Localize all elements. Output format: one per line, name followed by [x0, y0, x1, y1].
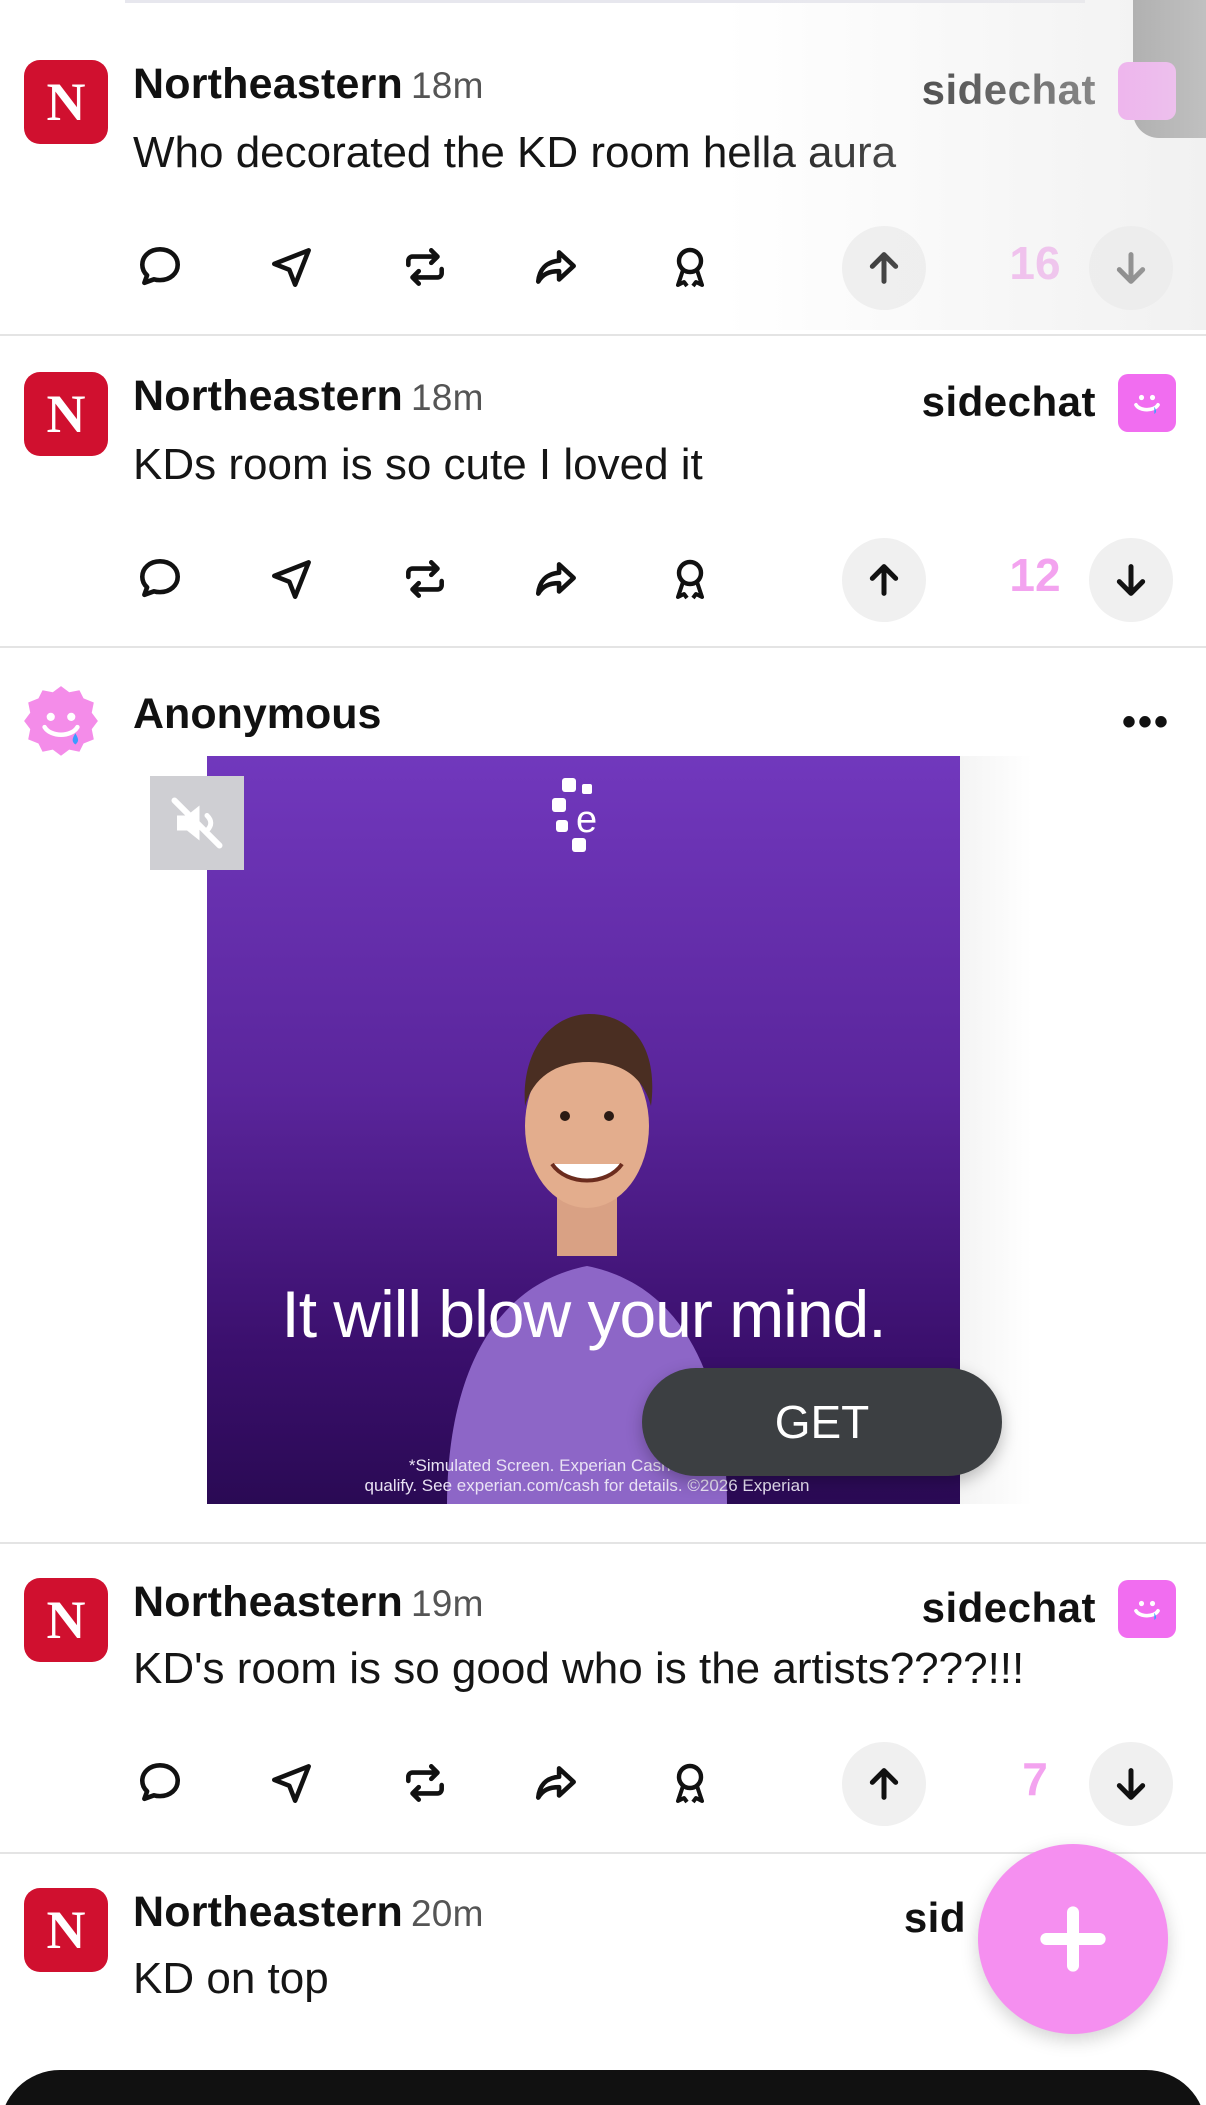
downvote-icon[interactable] — [1089, 1742, 1173, 1826]
brand-label: sidechat — [921, 378, 1096, 425]
post-header: Northeastern 20m — [133, 1888, 484, 1937]
post-actions: 7 — [125, 1738, 1185, 1828]
post-card[interactable]: N Northeastern 18m sidechat KDs room is s… — [0, 336, 1206, 648]
award-icon[interactable] — [655, 232, 725, 302]
get-button[interactable]: GET — [642, 1368, 1002, 1476]
comment-icon[interactable] — [125, 1748, 195, 1818]
post-card[interactable]: N Northeastern 19m sidechat KD's room is … — [0, 1544, 1206, 1854]
brand-label: sidechat — [921, 1584, 1096, 1631]
ad-author-name[interactable]: Anonymous — [133, 690, 381, 739]
author-name[interactable]: Northeastern — [133, 372, 403, 420]
post-text[interactable]: KD on top — [133, 1954, 329, 2004]
repost-icon[interactable] — [390, 544, 460, 614]
vote-score: 12 — [1009, 549, 1061, 601]
experian-logo-icon: e — [552, 778, 597, 852]
sidechat-logo-icon — [1118, 374, 1176, 432]
plus-icon — [1040, 1906, 1106, 1972]
school-avatar[interactable]: N — [24, 1578, 108, 1662]
ad-fine-print-line: qualify. See experian.com/cash for detai… — [364, 1476, 810, 1495]
post-actions: 16 — [125, 222, 1185, 312]
post-text[interactable]: KD's room is so good who is the artists?… — [133, 1644, 1024, 1694]
award-icon[interactable] — [655, 1748, 725, 1818]
post-time: 18m — [411, 65, 484, 106]
more-options-icon[interactable]: ••• — [1122, 700, 1170, 745]
brand-label: sidechat — [921, 66, 1096, 113]
post-time: 20m — [411, 1893, 484, 1934]
award-icon[interactable] — [655, 544, 725, 614]
upvote-icon[interactable] — [842, 226, 926, 310]
comment-icon[interactable] — [125, 232, 195, 302]
upvote-icon[interactable] — [842, 1742, 926, 1826]
comment-icon[interactable] — [125, 544, 195, 614]
top-divider — [125, 0, 1085, 3]
share-icon[interactable] — [522, 232, 592, 302]
sponsored-post[interactable]: Anonymous ••• e It will blow your mind. … — [0, 648, 1206, 1544]
send-icon[interactable] — [257, 544, 327, 614]
brand-label: sid — [903, 1894, 966, 1941]
vote-score: 16 — [1009, 237, 1061, 289]
post-actions: 12 — [125, 534, 1185, 624]
sidechat-logo-icon — [1118, 62, 1176, 120]
sidechat-logo-icon — [1118, 1580, 1176, 1638]
downvote-icon[interactable] — [1089, 538, 1173, 622]
school-avatar[interactable]: N — [24, 372, 108, 456]
bottom-sheet — [0, 2070, 1206, 2105]
post-header: Northeastern 18m — [133, 372, 484, 421]
ad-headline: It will blow your mind. — [281, 1277, 886, 1351]
downvote-icon[interactable] — [1089, 226, 1173, 310]
share-icon[interactable] — [522, 544, 592, 614]
upvote-icon[interactable] — [842, 538, 926, 622]
send-icon[interactable] — [257, 232, 327, 302]
repost-icon[interactable] — [390, 1748, 460, 1818]
author-name[interactable]: Northeastern — [133, 60, 403, 108]
post-text[interactable]: KDs room is so cute I loved it — [133, 440, 703, 490]
school-avatar[interactable]: N — [24, 60, 108, 144]
author-name[interactable]: Northeastern — [133, 1578, 403, 1626]
post-time: 18m — [411, 377, 484, 418]
repost-icon[interactable] — [390, 232, 460, 302]
anonymous-avatar-icon[interactable] — [20, 682, 102, 764]
author-name[interactable]: Northeastern — [133, 1888, 403, 1936]
vote-score: 7 — [1022, 1753, 1048, 1805]
send-icon[interactable] — [257, 1748, 327, 1818]
logo-letter: e — [576, 799, 597, 841]
share-icon[interactable] — [522, 1748, 592, 1818]
post-card[interactable]: N Northeastern 18m sidechat Who decorated… — [0, 22, 1206, 336]
school-avatar[interactable]: N — [24, 1888, 108, 1972]
post-time: 19m — [411, 1583, 484, 1624]
post-header: Northeastern 18m — [133, 60, 484, 109]
post-header: Northeastern 19m — [133, 1578, 484, 1627]
post-text[interactable]: Who decorated the KD room hella aura — [133, 128, 896, 178]
mute-icon[interactable] — [150, 776, 244, 870]
new-post-button[interactable] — [978, 1844, 1168, 2034]
